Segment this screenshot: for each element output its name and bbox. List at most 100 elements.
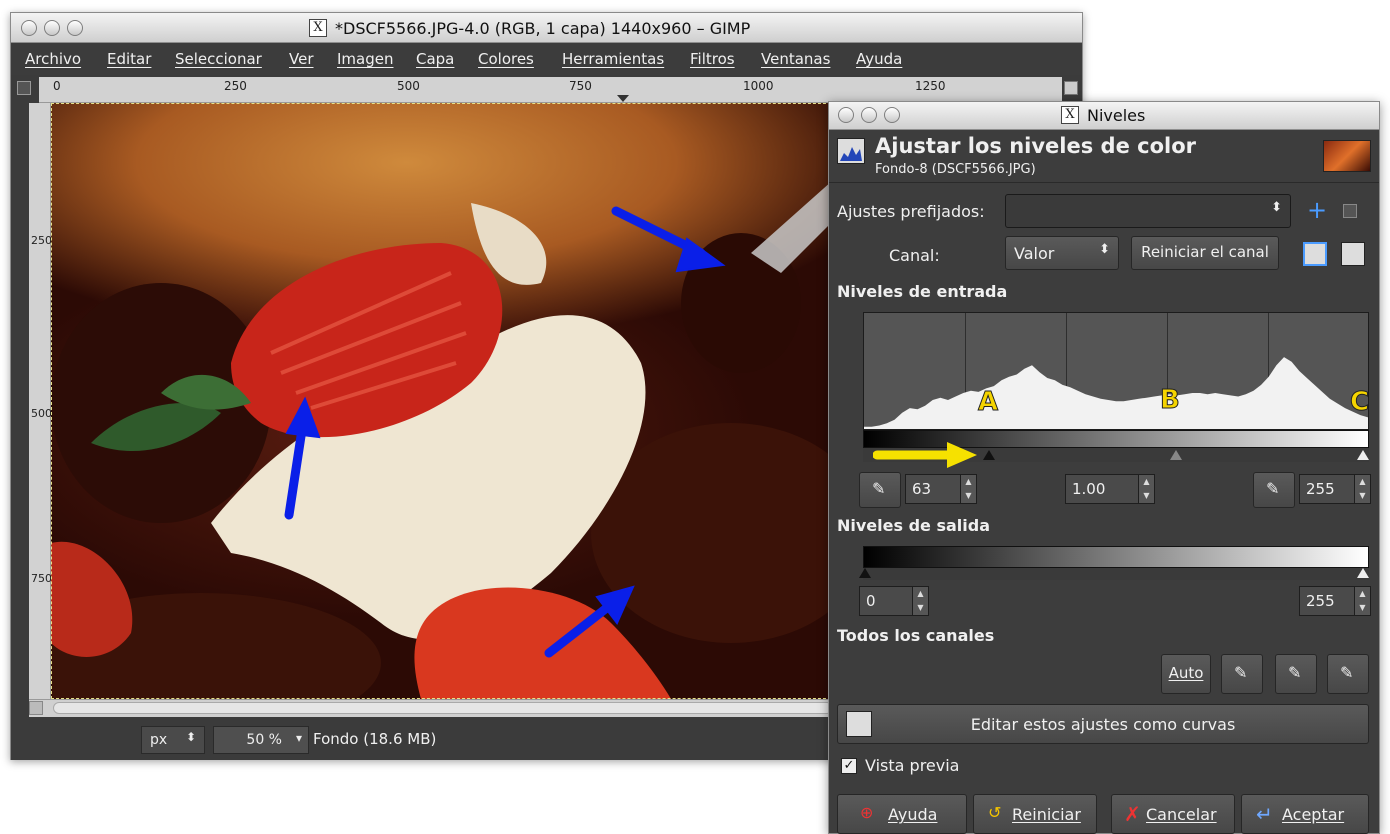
pick-white-all-button[interactable]: ✎ <box>1327 654 1369 694</box>
pick-white-point-button[interactable]: ✎ <box>1253 472 1295 508</box>
spinner-arrows-icon[interactable]: ▲ ▼ <box>960 475 976 503</box>
horizontal-ruler: 0 250 500 750 1000 1250 <box>39 77 1062 103</box>
cancel-label: Cancelar <box>1146 805 1217 824</box>
input-low-value: 63 <box>912 480 932 498</box>
output-low-handle[interactable] <box>859 568 871 578</box>
output-low-value: 0 <box>866 592 876 610</box>
preview-checkbox[interactable]: ✓ <box>841 758 857 774</box>
chevron-down-icon: ▾ <box>295 731 302 745</box>
layer-info: Fondo (18.6 MB) <box>313 730 437 748</box>
gamma-handle[interactable] <box>1170 450 1182 460</box>
ok-button[interactable]: ↵ Aceptar <box>1241 794 1369 834</box>
eyedropper-icon: ✎ <box>1340 663 1354 682</box>
marker-c: C <box>1349 387 1370 418</box>
unit-selector[interactable]: px ⬍ <box>141 726 205 754</box>
scrollbar-thumb[interactable] <box>53 702 833 714</box>
output-high-spinner[interactable]: 255 ▲ ▼ <box>1299 586 1371 616</box>
input-high-spinner[interactable]: 255 ▲ ▼ <box>1299 474 1371 504</box>
layer-thumbnail <box>1323 140 1371 172</box>
spinner-arrows-icon[interactable]: ▲ ▼ <box>1354 475 1370 503</box>
edit-as-curves-button[interactable]: Editar estos ajustes como curvas <box>837 704 1369 744</box>
minimize-window-button[interactable] <box>44 20 60 36</box>
channel-value: Valor <box>1014 244 1055 263</box>
linear-histogram-icon[interactable] <box>1303 242 1327 266</box>
photo-illustration <box>51 173 841 699</box>
output-slider-track[interactable] <box>859 568 1369 580</box>
presets-combo[interactable]: ⬍ <box>1005 194 1291 228</box>
output-levels-heading: Niveles de salida <box>837 516 990 535</box>
channel-combo[interactable]: Valor ⬍ <box>1005 236 1119 270</box>
zoom-value: 50 % <box>246 732 282 748</box>
white-point-handle[interactable] <box>1357 450 1369 460</box>
input-high-value: 255 <box>1306 480 1335 498</box>
vertical-ruler: 250 500 750 <box>29 103 52 699</box>
menu-seleccionar[interactable]: Seleccionar <box>175 50 262 68</box>
menu-colores[interactable]: Colores <box>478 50 534 68</box>
output-high-handle[interactable] <box>1357 568 1369 578</box>
divider <box>829 182 1379 183</box>
zoom-window-button[interactable] <box>67 20 83 36</box>
spinner-icon: ⬍ <box>1271 200 1282 215</box>
pick-black-point-button[interactable]: ✎ <box>859 472 901 508</box>
menubar: Archivo Editar Seleccionar Ver Imagen Ca… <box>11 43 1082 75</box>
spinner-icon: ⬍ <box>185 730 196 744</box>
histogram-area <box>864 357 1368 429</box>
cancel-button[interactable]: ✗ Cancelar <box>1111 794 1235 834</box>
ruler-pointer-icon <box>617 95 629 102</box>
statusbar: px ⬍ 50 % ▾ Fondo (18.6 MB) <box>11 718 841 760</box>
unit-value: px <box>150 732 168 748</box>
close-window-button[interactable] <box>21 20 37 36</box>
all-channels-heading: Todos los canales <box>837 626 995 645</box>
menu-ayuda[interactable]: Ayuda <box>856 50 902 68</box>
menu-filtros[interactable]: Filtros <box>690 50 735 68</box>
reset-button[interactable]: ↺ Reiniciar <box>973 794 1097 834</box>
preset-menu-icon[interactable] <box>1343 204 1357 218</box>
dialog-header-title: Ajustar los niveles de color <box>875 134 1196 158</box>
pick-black-all-button[interactable]: ✎ <box>1221 654 1263 694</box>
menu-ventanas[interactable]: Ventanas <box>761 50 830 68</box>
channel-label: Canal: <box>889 246 940 265</box>
menu-imagen[interactable]: Imagen <box>337 50 393 68</box>
marker-a: A <box>977 387 999 418</box>
image-canvas[interactable] <box>51 103 841 699</box>
menu-editar[interactable]: Editar <box>107 50 151 68</box>
menu-archivo[interactable]: Archivo <box>25 50 81 68</box>
spinner-icon: ⬍ <box>1099 242 1110 257</box>
dialog-header-subtitle: Fondo-8 (DSCF5566.JPG) <box>875 162 1036 177</box>
x11-icon: X <box>1061 106 1079 124</box>
help-button[interactable]: ⊕ Ayuda <box>837 794 967 834</box>
add-preset-icon[interactable]: + <box>1307 196 1327 224</box>
cancel-icon: ✗ <box>1124 802 1141 826</box>
x11-icon: X <box>309 19 327 37</box>
spinner-arrows-icon[interactable]: ▲ ▼ <box>912 587 928 615</box>
levels-tool-icon <box>837 138 865 164</box>
quickmask-toggle-icon[interactable] <box>17 81 31 95</box>
ruler-label: 500 <box>31 407 52 420</box>
horizontal-scrollbar[interactable] <box>29 699 841 717</box>
input-low-spinner[interactable]: 63 ▲ ▼ <box>905 474 977 504</box>
black-point-handle[interactable] <box>983 450 995 460</box>
navigate-icon[interactable] <box>1064 81 1078 95</box>
eyedropper-icon: ✎ <box>1234 663 1248 682</box>
pick-gray-all-button[interactable]: ✎ <box>1275 654 1317 694</box>
ok-label: Aceptar <box>1282 805 1345 824</box>
edit-as-curves-label: Editar estos ajustes como curvas <box>970 715 1236 734</box>
menu-herramientas[interactable]: Herramientas <box>562 50 664 68</box>
spinner-arrows-icon[interactable]: ▲ ▼ <box>1138 475 1154 503</box>
zoom-selector[interactable]: 50 % ▾ <box>213 726 309 754</box>
minimize-window-button[interactable] <box>861 107 877 123</box>
reset-channel-button[interactable]: Reiniciar el canal <box>1131 236 1279 270</box>
menu-capa[interactable]: Capa <box>416 50 454 68</box>
reset-label: Reiniciar <box>1012 805 1081 824</box>
scroll-left-icon[interactable] <box>29 701 43 715</box>
reset-icon: ↺ <box>988 803 1002 822</box>
histogram-plot <box>864 357 1368 429</box>
auto-button[interactable]: Auto <box>1161 654 1211 694</box>
zoom-window-button[interactable] <box>884 107 900 123</box>
log-histogram-icon[interactable] <box>1341 242 1365 266</box>
output-low-spinner[interactable]: 0 ▲ ▼ <box>859 586 929 616</box>
input-gamma-spinner[interactable]: 1.00 ▲ ▼ <box>1065 474 1155 504</box>
menu-ver[interactable]: Ver <box>289 50 314 68</box>
close-window-button[interactable] <box>838 107 854 123</box>
spinner-arrows-icon[interactable]: ▲ ▼ <box>1354 587 1370 615</box>
